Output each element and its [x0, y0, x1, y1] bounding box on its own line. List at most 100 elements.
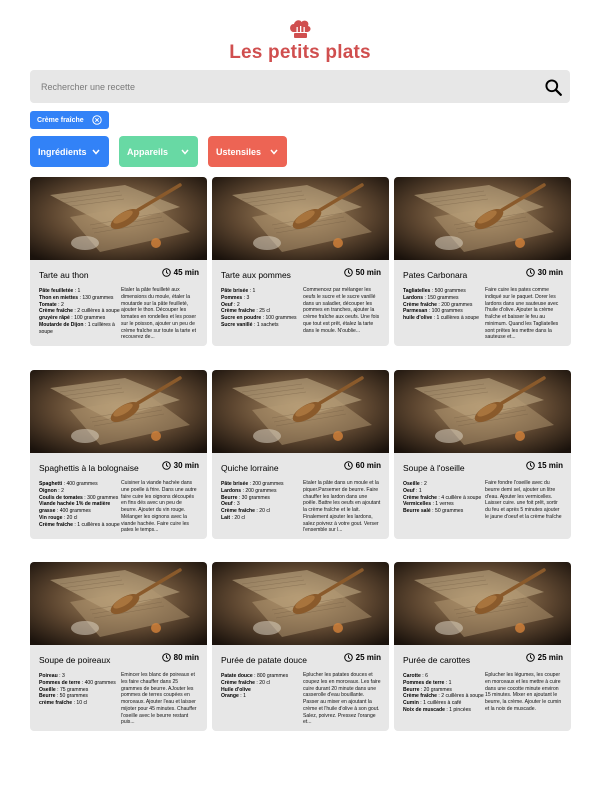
filter-label: Ingrédients: [38, 146, 87, 157]
ingredient-name: Pommes de terre: [403, 679, 445, 686]
ingredient-quantity: : 3: [234, 501, 240, 508]
recipe-card[interactable]: Tarte aux pommes 50 min Pâte brisée : 1P…: [212, 177, 389, 346]
site-title: Les petits plats: [229, 42, 371, 63]
ingredient-item: Crème fraîche : 4 cuillère à soupe: [403, 495, 486, 502]
ingredient-name: Crème fraîche: [221, 508, 255, 515]
recipe-card[interactable]: Soupe à l'oseille 15 min Oseille : 2 Oeuf…: [394, 370, 571, 539]
ingredient-name: Crème fraîche: [403, 301, 437, 308]
search-button[interactable]: [542, 76, 564, 98]
filter-ingredients-button[interactable]: Ingrédients: [30, 136, 109, 167]
recipe-time: 80 min: [161, 653, 199, 662]
ingredient-name: gruyère râpé: [39, 315, 70, 322]
ingredient-item: Pâte feuilletée : 1: [39, 288, 122, 295]
ingredient-quantity: : 1: [416, 487, 422, 494]
recipe-card[interactable]: Pates Carbonara 30 min Tagliatelles : 50…: [394, 177, 571, 346]
ingredient-name: Pâte feuilletée: [39, 288, 74, 294]
recipe-image: [30, 370, 207, 453]
recipe-card[interactable]: Purée de patate douce 25 min Patate douc…: [212, 562, 389, 731]
recipe-time: 15 min: [525, 461, 563, 470]
recipe-description: Éplucher les patates douces et coupez le…: [303, 672, 381, 724]
recipe-card[interactable]: Tarte au thon 45 min Pâte feuilletée : 1…: [30, 177, 207, 346]
ingredient-item: Vermicelles : 1 verres: [403, 501, 486, 508]
recipe-description: Faire cuire les pates comme indiqué sur …: [485, 287, 559, 339]
ingredient-item: Pâte brisée : 1: [221, 288, 304, 295]
ingredient-name: Noix de muscade: [403, 706, 445, 713]
ingredient-item: Poireau : 3: [39, 673, 122, 680]
ingredient-item: Vin rouge : 20 cl: [39, 515, 122, 522]
search-input[interactable]: [30, 70, 530, 103]
ingredient-quantity: : 100 grammes: [71, 315, 106, 322]
ingredient-quantity: : 2: [58, 301, 64, 308]
ingredient-name: Oeuf: [403, 487, 415, 494]
filter-appareils-button[interactable]: Appareils: [119, 136, 198, 167]
clock-icon: [161, 461, 171, 470]
ingredient-name: Oignon: [39, 487, 57, 494]
ingredient-name: Sucre vanillé: [221, 321, 253, 328]
ingredient-quantity: : 30 grammes: [238, 494, 270, 501]
recipe-time: 60 min: [343, 461, 381, 470]
ingredient-quantity: : 2: [234, 301, 240, 308]
recipe-image: [212, 177, 389, 260]
recipe-image: [30, 562, 207, 645]
ingredient-item: Crème fraîche : 2 cuillères à soupe: [39, 308, 122, 315]
ingredient-item: Spaghetti : 400 grammes: [39, 481, 122, 488]
filter-ustensiles-button[interactable]: Ustensiles: [208, 136, 287, 167]
ingredient-quantity: : 100 grammes: [428, 308, 463, 315]
recipe-card[interactable]: Purée de carottes 25 min Carotte : 6 Pomm…: [394, 562, 571, 731]
ingredient-quantity: : 1 verres: [432, 501, 454, 508]
recipe-description: Émincer les blanc de poireaux et les fai…: [121, 672, 197, 724]
recipe-title: Pates Carbonara: [403, 270, 468, 280]
ingredient-quantity: : 1 sachets: [253, 321, 279, 328]
search-bar: [30, 70, 570, 103]
ingredient-item: crème fraîche : 10 cl: [39, 700, 122, 707]
close-circle-icon[interactable]: [92, 115, 102, 125]
recipe-time-value: 30 min: [537, 268, 563, 277]
ingredient-item: Viande hachée 1% de matière grasse : 400…: [39, 501, 122, 515]
ingredient-quantity: : 1: [74, 288, 81, 294]
clock-icon: [525, 461, 535, 470]
recipe-time-value: 80 min: [173, 653, 199, 662]
ingredient-name: Tomate: [39, 301, 57, 308]
ingredient-quantity: : 3: [243, 294, 250, 301]
recipe-card[interactable]: Quiche lorraine 60 min Pâte brisée : 200…: [212, 370, 389, 539]
recipe-time-value: 45 min: [173, 268, 199, 277]
ingredient-list: Pâte brisée : 1 Pommes : 3 Oeuf : 2 Crème f…: [221, 288, 304, 329]
recipe-image: [394, 370, 571, 453]
ingredient-quantity: : 400 grammes: [81, 679, 116, 686]
recipe-card[interactable]: Spaghettis à la bolognaise 30 min Spaghe…: [30, 370, 207, 539]
ingredient-quantity: : 6: [422, 673, 428, 679]
ingredient-item: Tagliatelles : 500 grammes: [403, 288, 486, 295]
ingredient-item: Sucre en poudre : 100 grammes: [221, 315, 304, 322]
ingredient-item: Crème fraîche : 20 cl: [221, 680, 304, 687]
clock-icon: [525, 653, 535, 662]
recipe-image: [212, 370, 389, 453]
site-header: Les petits plats: [0, 18, 600, 64]
ingredient-quantity: : 75 grammes: [57, 686, 89, 693]
recipe-card[interactable]: Soupe de poireaux 80 min Poireau : 3 Pomm…: [30, 562, 207, 731]
ingredient-item: Patate douce : 800 grammes: [221, 673, 304, 680]
filter-dropdowns: Ingrédients Appareils Ustensiles: [30, 136, 297, 167]
ingredient-name: Oseille: [403, 481, 420, 487]
ingredient-item: Lardons : 200 grammes: [221, 488, 304, 495]
ingredient-item: Thon en miettes : 130 grammes: [39, 295, 122, 302]
chevron-down-icon: [270, 149, 278, 155]
ingredient-item: Oseille : 2: [403, 481, 486, 488]
tag-label: Crème fraîche: [37, 116, 84, 124]
ingredient-quantity: : 50 grammes: [56, 693, 88, 700]
ingredient-quantity: : 10 cl: [73, 700, 88, 707]
ingredient-item: Crème fraîche : 2 cuillères à soupe: [403, 693, 486, 700]
ingredient-name: Oeuf: [221, 301, 233, 308]
recipe-description: Éplucher les légumes, les couper en morc…: [485, 672, 562, 712]
ingredient-name: Oeuf: [221, 501, 233, 508]
ingredient-quantity: : 500 grammes: [431, 288, 466, 294]
ingredient-item: Oseille : 75 grammes: [39, 687, 122, 694]
ingredient-name: Crème fraîche: [221, 679, 255, 686]
ingredient-quantity: : 200 grammes: [438, 301, 473, 308]
ingredient-name: Beurre: [39, 693, 56, 700]
ingredient-quantity: : 200 grammes: [249, 481, 284, 487]
ingredient-list: Pâte brisée : 200 grammes Lardons : 200 g…: [221, 481, 304, 522]
search-icon: [544, 78, 562, 96]
ingredient-name: Lardons: [403, 294, 424, 301]
recipe-title: Soupe de poireaux: [39, 655, 111, 665]
ingredient-quantity: : 1: [249, 288, 256, 294]
